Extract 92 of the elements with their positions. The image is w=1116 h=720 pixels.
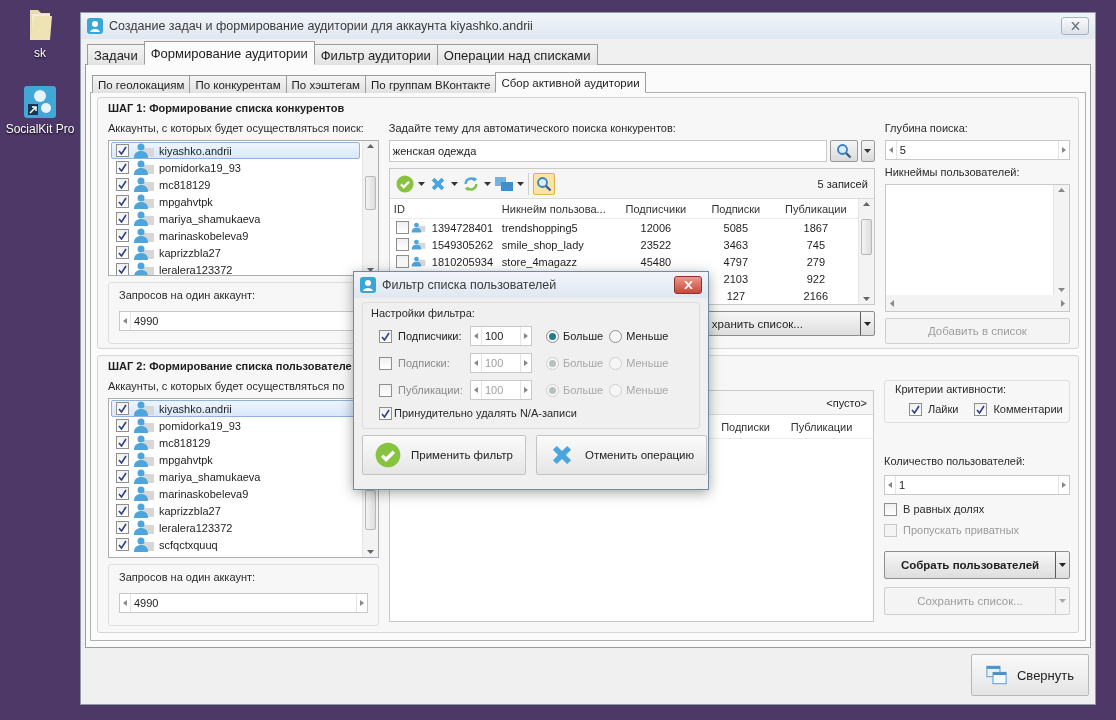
tab[interactable]: По хэштегам — [285, 75, 367, 93]
field-label: Никнеймы пользователей: — [884, 166, 1020, 178]
record-count: <пусто> — [826, 396, 867, 409]
tab[interactable]: Фильтр аудитории — [313, 44, 438, 65]
table-cell-text: 745 — [805, 238, 826, 251]
checkbox-label: Принудительно удалять N/A-записи — [394, 407, 577, 419]
list-item[interactable]: scfqctxquuq — [111, 536, 360, 553]
number-field[interactable]: 100 — [470, 326, 532, 346]
list-item[interactable]: mc818129 — [111, 176, 360, 193]
list-item[interactable]: leralera123372 — [111, 519, 360, 536]
checkbox-label: Лайки — [928, 403, 959, 415]
list-item[interactable]: kaprizzbla27 — [111, 502, 360, 519]
checkbox-label: Подписчики: — [397, 330, 463, 342]
list-item[interactable]: leralera123372 — [111, 261, 360, 275]
checkbox-label: Подписки: — [397, 357, 451, 369]
table-cell-text: 922 — [805, 272, 826, 285]
field-label: Запросов на один аккаунт: — [119, 289, 256, 301]
field-label: Количество пользователей: — [884, 455, 1026, 467]
tab[interactable]: По геолокациям — [92, 75, 191, 93]
table-cell-text: smile_shop_lady — [500, 238, 585, 251]
list-item[interactable]: marinaskobeleva9 — [111, 485, 360, 502]
number-field[interactable]: 4990 — [119, 593, 368, 613]
table-cell-text: 23522 — [639, 238, 673, 251]
field-label: Аккаунты, с которых будет осуществляться поиск: — [108, 122, 364, 134]
table-cell-text: 1867 — [802, 221, 830, 234]
checkbox-label: Пропускать приватных — [903, 524, 1020, 536]
list-item[interactable]: kaprizzbla27 — [111, 244, 360, 261]
table-cell-text: 45480 — [639, 255, 673, 268]
column-header[interactable]: Публикации — [783, 420, 860, 433]
tab[interactable]: По группам ВКонтакте — [365, 75, 497, 93]
radio-label: Больше — [563, 357, 604, 369]
field-label: Запросов на один аккаунт: — [119, 571, 256, 583]
field-label: Критерии активности: — [895, 383, 1007, 395]
column-header[interactable]: ID — [389, 202, 498, 215]
number-field[interactable]: 5 — [884, 140, 1070, 160]
list-item[interactable]: pomidorka19_93 — [111, 159, 360, 176]
icon-label: SocialKit Pro — [5, 122, 75, 136]
list-item[interactable]: kiyashko.andrii — [111, 142, 360, 159]
radio-label: Больше — [563, 384, 604, 396]
list-item[interactable]: mpgahvtpk — [111, 193, 360, 210]
table-cell-text: 4797 — [722, 255, 750, 268]
group-label: Настройки фильтра: — [371, 307, 475, 319]
table-cell-text: 2103 — [722, 272, 750, 285]
field-label: Глубина поиска: — [884, 122, 968, 134]
apply-button[interactable]: Применить фильтр — [362, 435, 526, 475]
list-item[interactable]: mpgahvtpk — [111, 451, 360, 468]
table-cell-text: 3463 — [722, 238, 750, 251]
topic-field[interactable]: женская одежда — [388, 140, 827, 162]
table-cell-text: 12006 — [639, 221, 673, 234]
step-title: ШАГ 1: Формирование списка конкурентов — [108, 102, 345, 114]
checkbox-label: В равных долях — [903, 503, 985, 515]
window-title: Создание задач и формирование аудитории для аккаунта kiyashko.andrii — [109, 19, 534, 33]
tab[interactable]: Сбор активной аудитории — [495, 72, 646, 93]
checkbox-label: Публикации: — [397, 384, 464, 396]
table-cell-text: 1810205934 — [430, 255, 495, 268]
radio-label: Меньше — [626, 384, 669, 396]
column-header[interactable]: Подписки — [707, 420, 784, 433]
radio-label: Больше — [563, 330, 604, 342]
table-cell-text: 1549305262 — [430, 238, 495, 251]
cancel-button[interactable]: Отменить операцию — [535, 435, 708, 475]
checkbox-label: Комментарии — [993, 403, 1063, 415]
collect-button[interactable]: Собрать пользователей — [884, 551, 1070, 579]
icon-label: sk — [34, 46, 46, 60]
column-header[interactable]: Подписки — [695, 202, 776, 215]
field-label: Аккаунты, с которых будет осуществляться по — [108, 380, 345, 392]
column-header[interactable]: Никнейм пользова... — [497, 202, 616, 215]
table-cell-text: 5085 — [722, 221, 750, 234]
column-header[interactable]: Подписчики — [615, 202, 696, 215]
table-cell-text: 127 — [725, 289, 746, 302]
field-label: Задайте тему для автоматического поиска конкурентов: — [388, 122, 676, 134]
list-item[interactable]: marinaskobeleva9 — [111, 227, 360, 244]
radio-label: Меньше — [626, 330, 669, 342]
radio-label: Меньше — [626, 357, 669, 369]
tab[interactable]: Формирование аудитории — [143, 41, 315, 65]
table-cell-text: 279 — [805, 255, 826, 268]
table-cell-text: trendshopping5 — [500, 221, 579, 234]
list-item[interactable]: mariya_shamukaeva — [111, 210, 360, 227]
tab[interactable]: Задачи — [87, 44, 145, 65]
column-header[interactable]: Публикации — [775, 202, 856, 215]
table-cell-text: 1394728401 — [430, 221, 495, 234]
table-cell-text: 2166 — [802, 289, 830, 302]
table-cell-text: store_4magazz — [500, 255, 579, 268]
tab[interactable]: Операции над списками — [436, 44, 598, 65]
minimize-button[interactable]: Свернуть — [971, 654, 1089, 696]
number-field[interactable]: 1 — [884, 475, 1070, 495]
list-item[interactable]: pomidorka19_93 — [111, 417, 360, 434]
list-item[interactable]: mc818129 — [111, 434, 360, 451]
record-count: 5 записей — [817, 177, 868, 190]
tab[interactable]: По конкурентам — [189, 75, 287, 93]
dialog-title: Фильтр списка пользователей — [382, 278, 558, 292]
step-title: ШАГ 2: Формирование списка пользователе — [108, 360, 352, 372]
list-item[interactable]: mariya_shamukaeva — [111, 468, 360, 485]
